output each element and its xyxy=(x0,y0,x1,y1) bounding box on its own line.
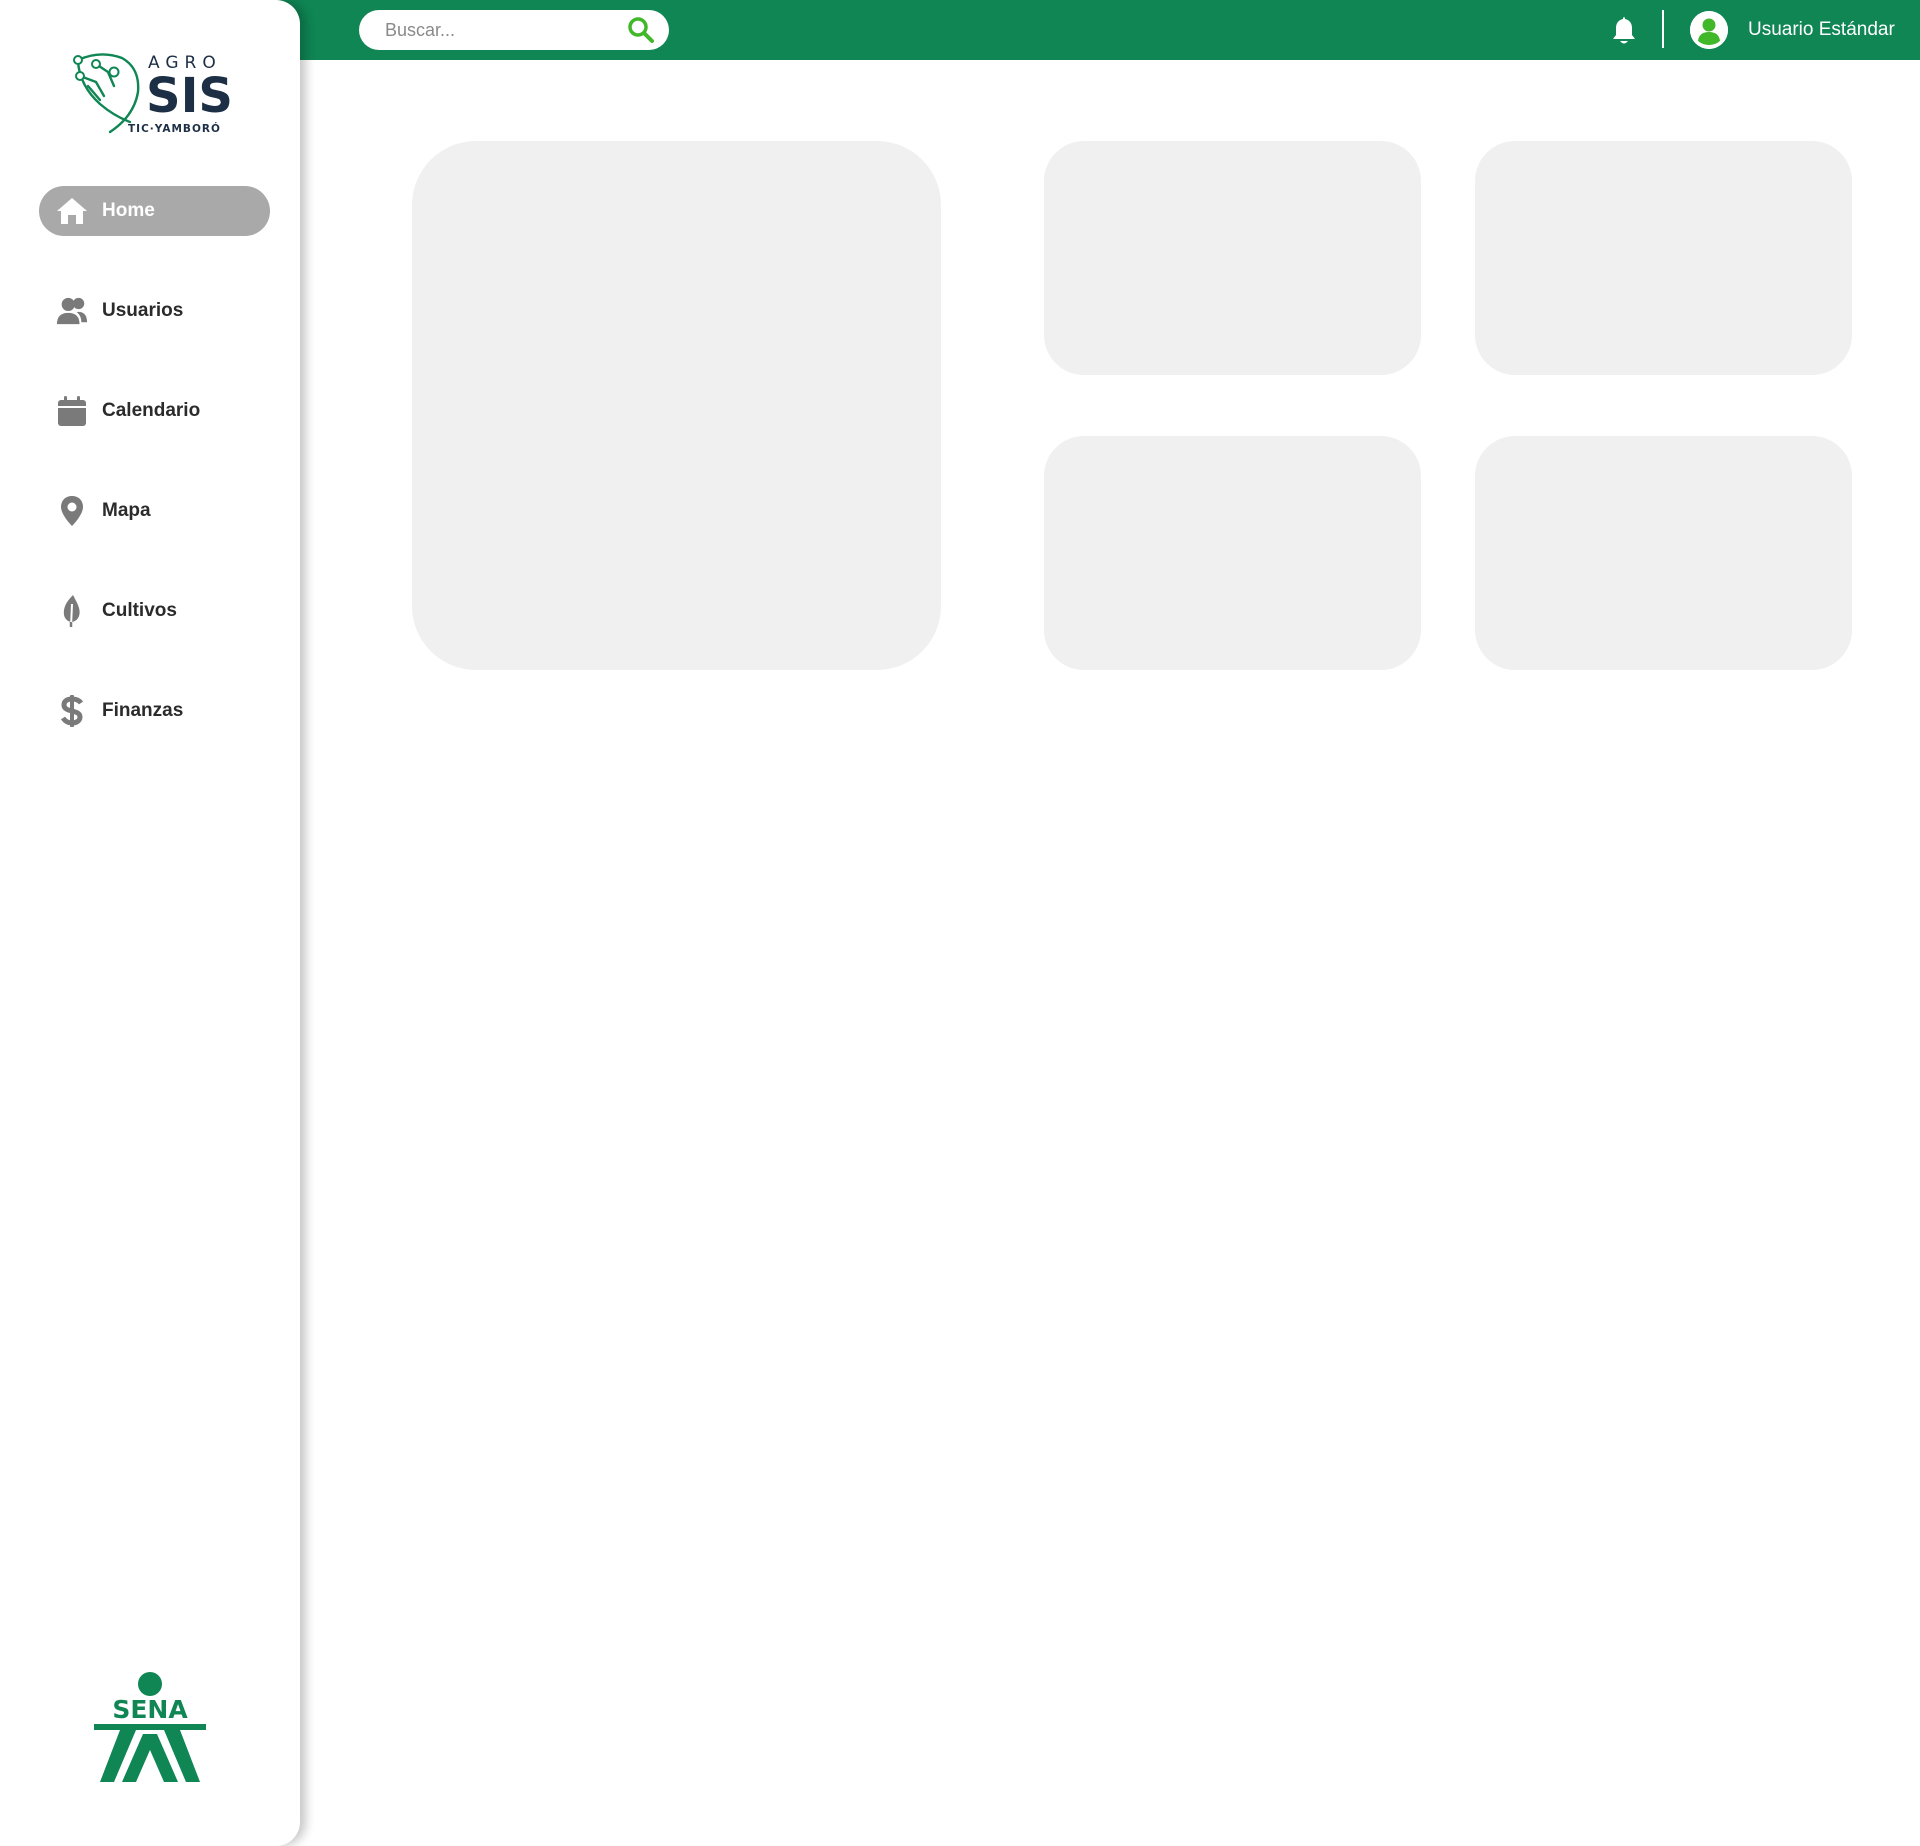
sidebar-item-mapa[interactable]: Mapa xyxy=(39,486,270,536)
agrosis-logo: AGRO SIS TIC·YAMBORÓ xyxy=(73,53,233,135)
dashboard-card xyxy=(1044,436,1421,670)
sidebar-item-label: Mapa xyxy=(102,500,151,521)
sidebar-item-label: Finanzas xyxy=(102,700,184,721)
search-box[interactable] xyxy=(359,10,669,50)
sidebar: AGRO SIS TIC·YAMBORÓ Home Usuarios Calen… xyxy=(0,0,300,1846)
search-input[interactable] xyxy=(359,10,609,50)
map-pin-icon xyxy=(56,495,88,527)
user-name: Usuario Estándar xyxy=(1748,19,1895,40)
sena-logo-text: SENA xyxy=(112,1695,188,1724)
sidebar-item-label: Usuarios xyxy=(102,300,184,321)
dashboard-card xyxy=(1475,436,1852,670)
users-icon xyxy=(56,295,88,327)
dashboard-card xyxy=(1044,141,1421,375)
dashboard-card-large xyxy=(412,141,941,670)
sidebar-item-label: Cultivos xyxy=(102,600,177,621)
sidebar-item-finanzas[interactable]: Finanzas xyxy=(39,686,270,736)
search-icon[interactable] xyxy=(627,16,655,44)
sidebar-item-label: Home xyxy=(102,200,155,221)
sena-logo: SENA xyxy=(94,1672,206,1782)
app-window: Usuario Estándar AGRO SIS TIC·YAMBORÓ xyxy=(0,0,1920,1846)
sidebar-nav: Home Usuarios Calendario Mapa Cultivos F… xyxy=(39,186,270,786)
dashboard-card xyxy=(1475,141,1852,375)
user-menu[interactable]: Usuario Estándar xyxy=(1690,10,1895,50)
logo-sub-text: TIC·YAMBORÓ xyxy=(128,122,221,135)
sidebar-item-home[interactable]: Home xyxy=(39,186,270,236)
sidebar-item-usuarios[interactable]: Usuarios xyxy=(39,286,270,336)
leaf-icon xyxy=(56,595,88,628)
calendar-icon xyxy=(56,395,88,427)
user-circle-icon xyxy=(1690,11,1728,49)
home-icon xyxy=(56,195,88,227)
sidebar-item-label: Calendario xyxy=(102,400,201,421)
logo-sis-text: SIS xyxy=(146,68,233,124)
sidebar-item-calendario[interactable]: Calendario xyxy=(39,386,270,436)
dollar-icon xyxy=(56,695,88,727)
header-divider xyxy=(1662,10,1664,48)
bell-icon[interactable] xyxy=(1609,15,1639,47)
sidebar-item-cultivos[interactable]: Cultivos xyxy=(39,586,270,636)
